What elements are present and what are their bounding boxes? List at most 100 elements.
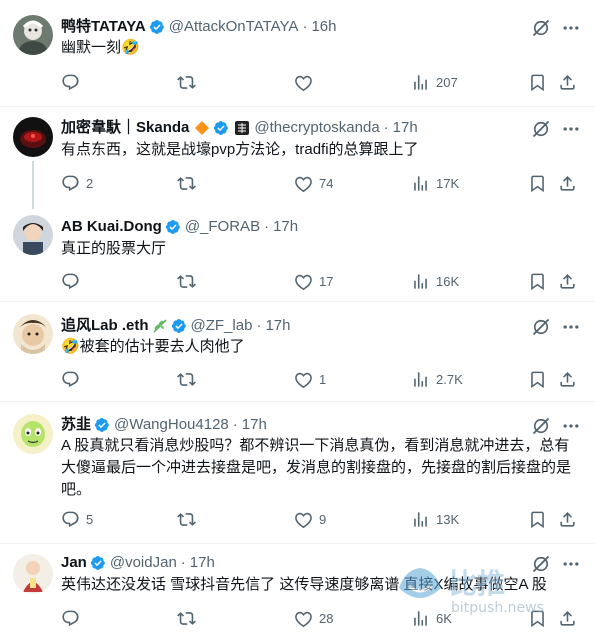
grok-icon[interactable] bbox=[531, 416, 551, 436]
retweet-icon bbox=[177, 73, 196, 92]
tweet-4[interactable]: 追风Lab .eth @ZF_lab · 17h 🤣被套的估计要去人肉他了 1 … bbox=[0, 302, 595, 402]
reply-button[interactable] bbox=[61, 271, 86, 291]
avatar[interactable] bbox=[13, 15, 53, 55]
like-button[interactable]: 9 bbox=[294, 509, 326, 529]
views-chart-icon bbox=[411, 370, 430, 389]
tweet-actions: 5 9 13K bbox=[61, 509, 595, 529]
bookmark-button[interactable] bbox=[528, 271, 547, 291]
views-button[interactable]: 13K bbox=[411, 509, 459, 529]
verified-badge-icon bbox=[149, 19, 165, 35]
tweet-3[interactable]: AB Kuai.Dong @_FORAB · 17h 真正的股票大厅 17 16… bbox=[0, 203, 595, 302]
reply-button[interactable]: 5 bbox=[61, 509, 93, 529]
more-options-icon[interactable] bbox=[561, 416, 581, 436]
timestamp[interactable]: 17h bbox=[273, 217, 298, 237]
retweet-button[interactable] bbox=[177, 509, 202, 529]
display-name[interactable]: 追风Lab .eth bbox=[61, 316, 149, 336]
like-button[interactable]: 74 bbox=[294, 173, 333, 193]
more-options-icon[interactable] bbox=[561, 317, 581, 337]
view-count: 13K bbox=[436, 511, 460, 527]
retweet-button[interactable] bbox=[177, 369, 202, 389]
reply-button[interactable] bbox=[61, 608, 86, 628]
display-name[interactable]: Jan bbox=[61, 553, 87, 573]
bookmark-button[interactable] bbox=[528, 509, 547, 529]
retweet-button[interactable] bbox=[177, 72, 202, 92]
tweet-1[interactable]: 鸭特TATAYA @AttackOnTATAYA · 16h 幽默一刻🤣 207 bbox=[0, 0, 595, 107]
timestamp[interactable]: 17h bbox=[265, 316, 290, 336]
like-button[interactable] bbox=[294, 72, 319, 92]
retweet-button[interactable] bbox=[177, 608, 202, 628]
user-handle[interactable]: @_FORAB bbox=[185, 217, 260, 237]
grok-icon[interactable] bbox=[531, 18, 551, 38]
like-count: 1 bbox=[319, 371, 327, 387]
reply-icon bbox=[61, 73, 80, 92]
views-button[interactable]: 16K bbox=[411, 271, 459, 291]
avatar[interactable] bbox=[13, 314, 53, 354]
user-handle[interactable]: @AttackOnTATAYA bbox=[169, 17, 299, 37]
grok-icon[interactable] bbox=[531, 119, 551, 139]
tweet-header: 追风Lab .eth @ZF_lab · 17h bbox=[61, 316, 535, 336]
avatar[interactable] bbox=[13, 117, 53, 157]
tweet-5[interactable]: 苏韭 @WangHou4128 · 17h A 股真就只看消息炒股吗？都不辨识一… bbox=[0, 402, 595, 544]
like-count: 28 bbox=[319, 610, 334, 626]
share-button[interactable] bbox=[558, 369, 577, 389]
share-icon bbox=[558, 510, 577, 529]
display-name[interactable]: 鸭特TATAYA bbox=[61, 17, 146, 37]
display-name[interactable]: 加密韋馱｜Skanda bbox=[61, 118, 189, 138]
user-handle[interactable]: @ZF_lab bbox=[191, 316, 253, 336]
share-button[interactable] bbox=[558, 509, 577, 529]
user-handle[interactable]: @WangHou4128 bbox=[114, 415, 229, 435]
views-button[interactable]: 207 bbox=[411, 72, 458, 92]
display-name[interactable]: AB Kuai.Dong bbox=[61, 217, 162, 237]
reply-button[interactable] bbox=[61, 72, 86, 92]
reply-count: 5 bbox=[86, 511, 94, 527]
heart-icon bbox=[294, 73, 313, 92]
bookmark-icon bbox=[528, 174, 547, 193]
timestamp[interactable]: 17h bbox=[393, 118, 418, 138]
bookmark-button[interactable] bbox=[528, 369, 547, 389]
share-icon bbox=[558, 370, 577, 389]
timestamp[interactable]: 16h bbox=[311, 17, 336, 37]
bookmark-button[interactable] bbox=[528, 173, 547, 193]
retweet-button[interactable] bbox=[177, 271, 202, 291]
verified-badge-icon bbox=[165, 219, 181, 235]
share-button[interactable] bbox=[558, 173, 577, 193]
reply-icon bbox=[61, 174, 80, 193]
like-button[interactable]: 1 bbox=[294, 369, 326, 389]
share-icon bbox=[558, 174, 577, 193]
diamond-icon bbox=[195, 121, 210, 135]
verified-badge-icon bbox=[171, 318, 187, 334]
grok-icon[interactable] bbox=[531, 317, 551, 337]
thread-connector-line bbox=[32, 161, 34, 209]
reply-button[interactable] bbox=[61, 369, 86, 389]
avatar[interactable] bbox=[13, 215, 53, 255]
like-count: 17 bbox=[319, 273, 334, 289]
tweet-2[interactable]: 加密韋馱｜Skanda @thecryptoskanda · 17h 有点东西，… bbox=[0, 107, 595, 209]
views-chart-icon bbox=[411, 174, 430, 193]
like-button[interactable]: 28 bbox=[294, 608, 333, 628]
views-button[interactable]: 2.7K bbox=[411, 369, 463, 389]
timestamp[interactable]: 17h bbox=[190, 553, 215, 573]
tweet-actions: 1 2.7K bbox=[61, 369, 595, 389]
reply-button[interactable]: 2 bbox=[61, 173, 93, 193]
avatar[interactable] bbox=[13, 414, 53, 454]
timestamp[interactable]: 17h bbox=[242, 415, 267, 435]
avatar[interactable] bbox=[13, 554, 53, 594]
retweet-icon bbox=[177, 370, 196, 389]
display-name[interactable]: 苏韭 bbox=[61, 415, 91, 435]
retweet-button[interactable] bbox=[177, 173, 202, 193]
share-button[interactable] bbox=[558, 271, 577, 291]
bookmark-button[interactable] bbox=[528, 72, 547, 92]
share-button[interactable] bbox=[558, 72, 577, 92]
more-options-icon[interactable] bbox=[561, 119, 581, 139]
separator-dot: · bbox=[256, 317, 262, 334]
user-handle[interactable]: @voidJan bbox=[110, 553, 177, 573]
verified-badge-icon bbox=[94, 417, 110, 433]
tweet-text: A 股真就只看消息炒股吗？都不辨识一下消息真伪，看到消息就冲进去，总有大傻逼最后… bbox=[61, 437, 572, 498]
view-count: 17K bbox=[436, 175, 460, 191]
user-handle[interactable]: @thecryptoskanda bbox=[254, 118, 379, 138]
views-button[interactable]: 17K bbox=[411, 173, 459, 193]
reply-count: 2 bbox=[86, 175, 94, 191]
more-options-icon[interactable] bbox=[561, 18, 581, 38]
heart-icon bbox=[294, 370, 313, 389]
like-button[interactable]: 17 bbox=[294, 271, 333, 291]
